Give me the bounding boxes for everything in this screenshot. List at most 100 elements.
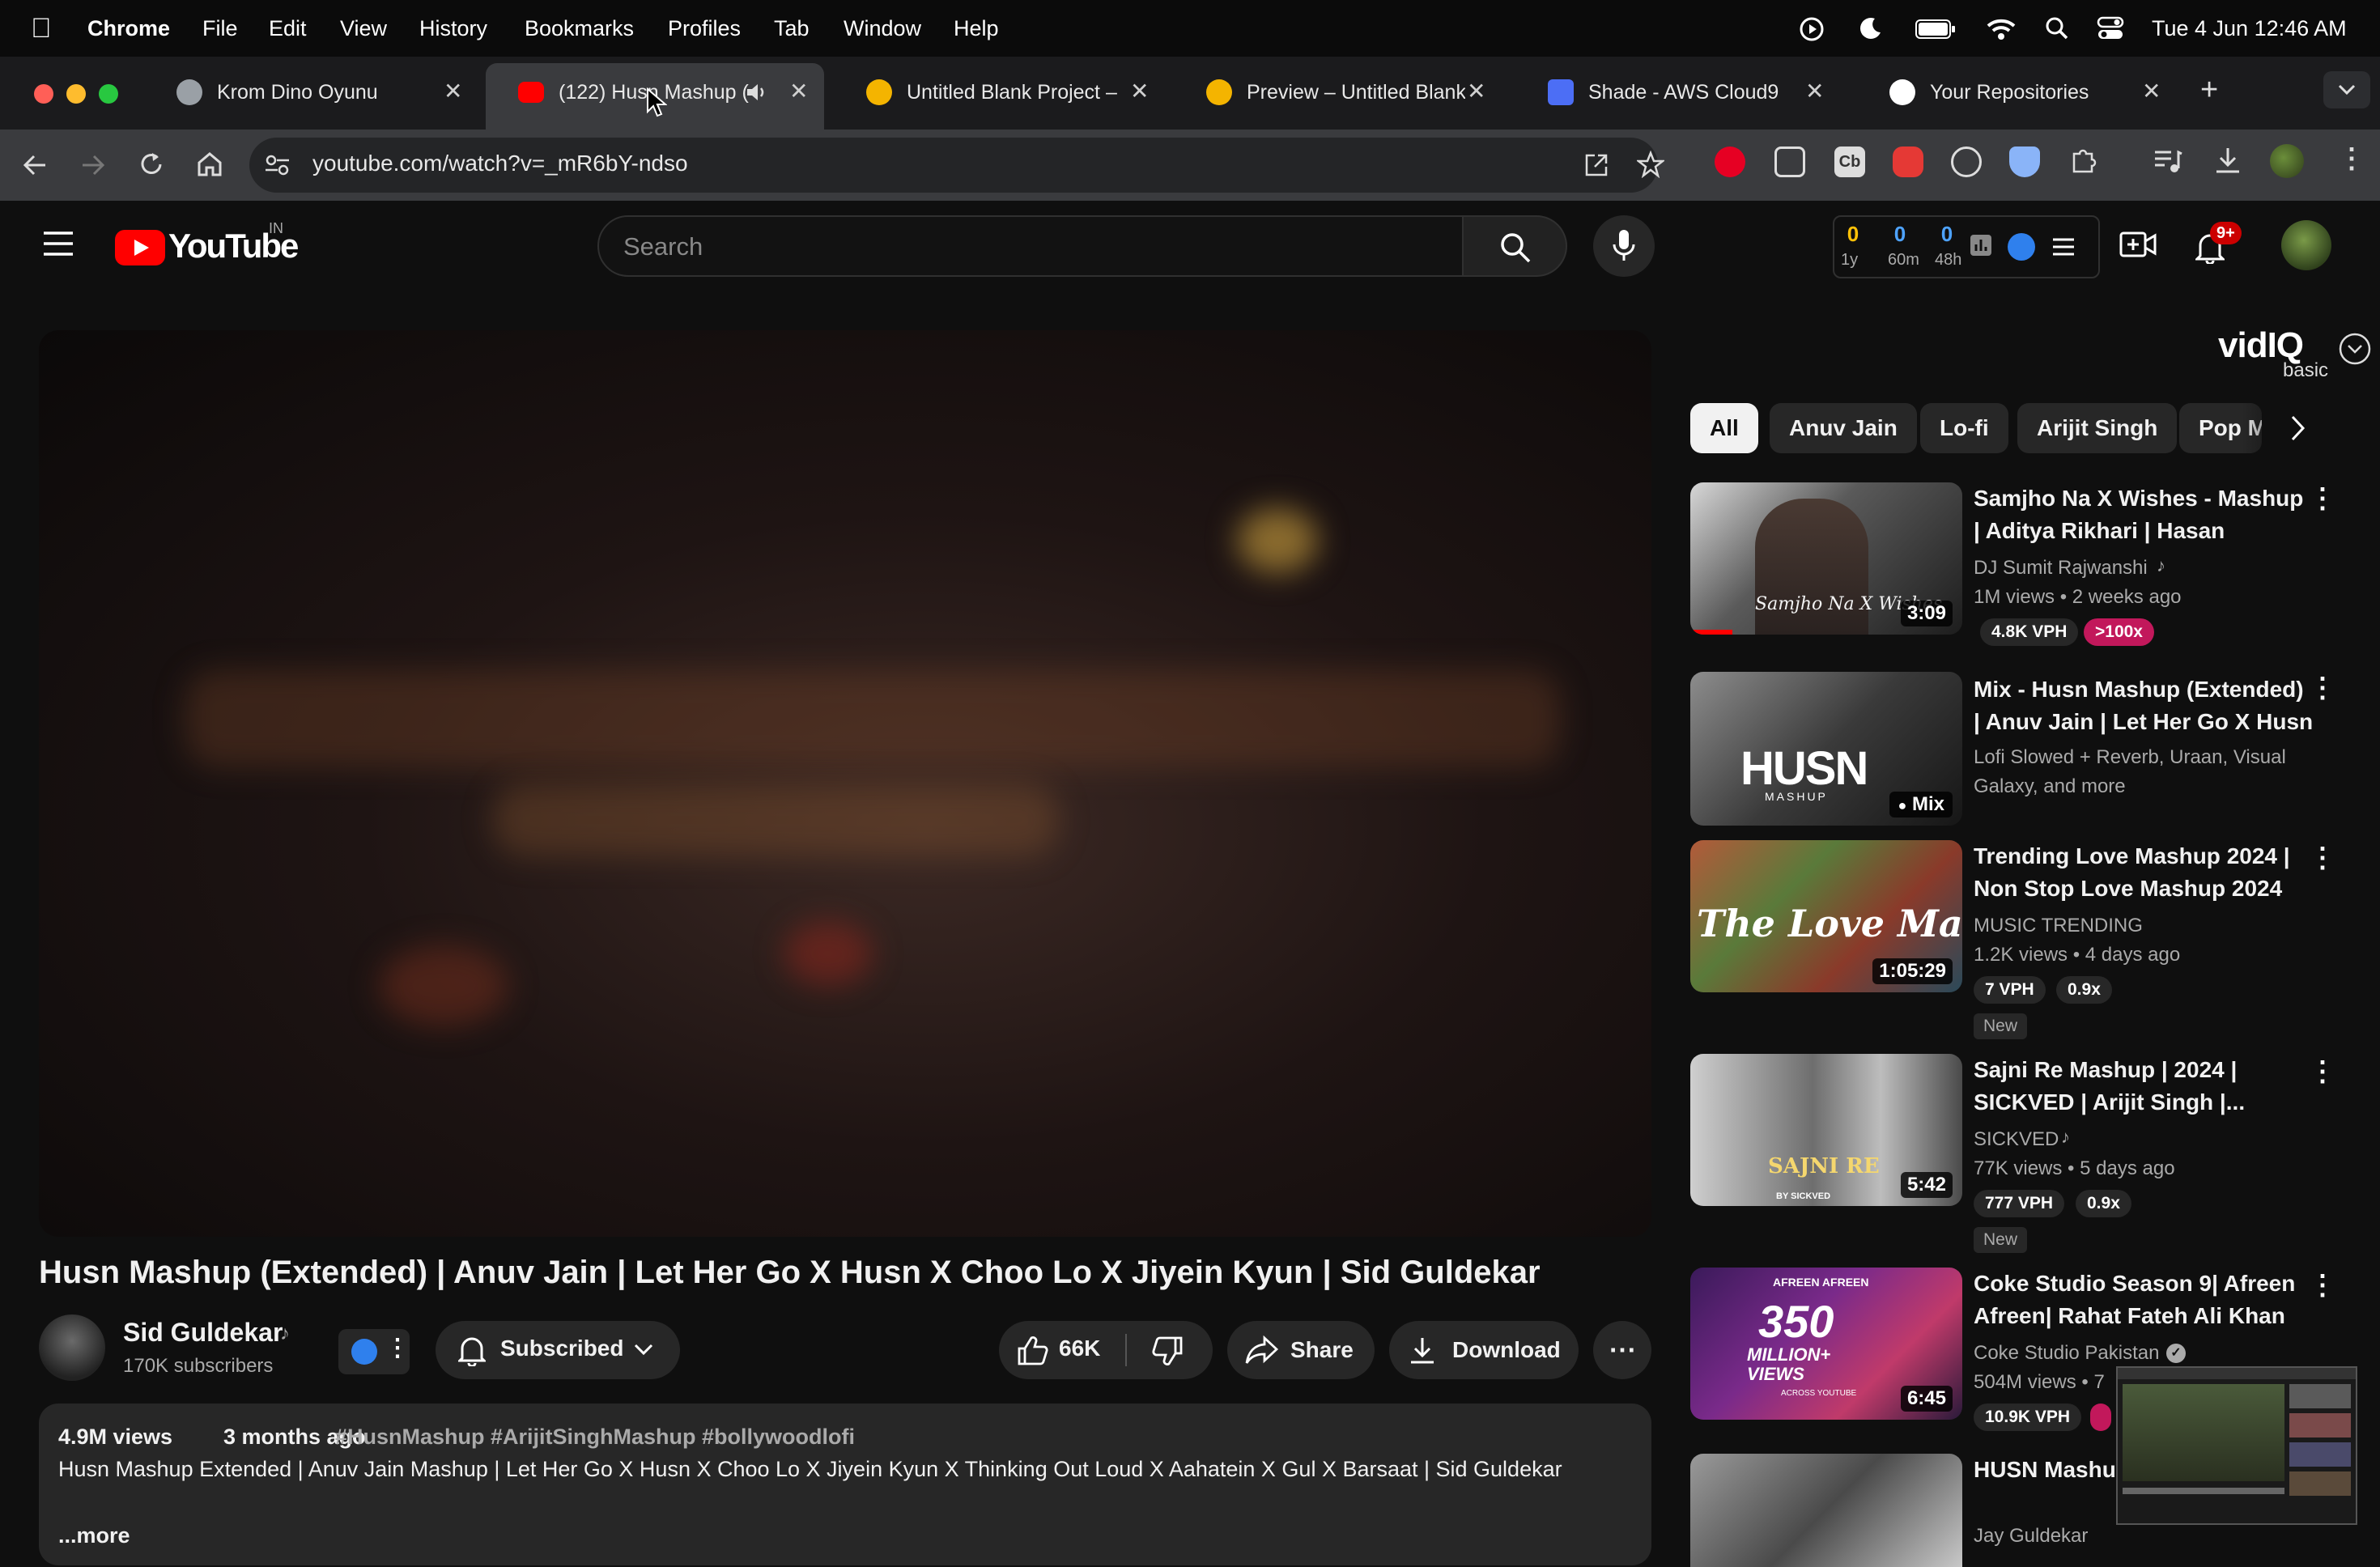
menu-bookmarks[interactable]: Bookmarks bbox=[525, 0, 634, 57]
tab-close-icon[interactable]: ✕ bbox=[789, 78, 808, 104]
tab-audio-icon[interactable] bbox=[745, 81, 769, 104]
window-minimize-button[interactable] bbox=[66, 84, 86, 104]
hashtags[interactable]: #HusnMashup #ArijitSinghMashup #bollywoo… bbox=[335, 1425, 855, 1450]
search-input[interactable]: Search bbox=[623, 232, 703, 261]
channel-name[interactable]: DJ Sumit Rajwanshi bbox=[1974, 557, 2148, 580]
voice-search-button[interactable] bbox=[1593, 215, 1655, 277]
show-more-link[interactable]: ...more bbox=[58, 1523, 130, 1548]
hamburger-menu-icon[interactable] bbox=[42, 230, 74, 257]
url-text[interactable]: youtube.com/watch?v=_mR6bY-ndso bbox=[312, 151, 688, 176]
window-preview-thumbnail[interactable] bbox=[2116, 1366, 2357, 1525]
chrome-menu-icon[interactable]: ⋮ bbox=[2338, 142, 2365, 175]
channel-avatar[interactable] bbox=[39, 1314, 105, 1381]
menu-window[interactable]: Window bbox=[844, 0, 921, 57]
notifications-button[interactable]: 9+ bbox=[2192, 222, 2242, 267]
dislike-button[interactable] bbox=[1127, 1321, 1213, 1379]
open-in-app-icon[interactable] bbox=[1583, 152, 1609, 178]
wifi-icon[interactable] bbox=[1987, 18, 2016, 40]
battery-icon[interactable] bbox=[1915, 19, 1956, 39]
tab-github-repos[interactable]: Your Repositories ✕ bbox=[1857, 63, 2181, 130]
channel-name[interactable]: Sid Guldekar bbox=[123, 1318, 283, 1348]
video-thumbnail[interactable]: The Love Mashup 1:05:29 bbox=[1690, 840, 1962, 992]
vidiq-menu-icon[interactable] bbox=[2051, 236, 2076, 257]
video-title[interactable]: Trending Love Mashup 2024 | Non Stop Lov… bbox=[1974, 840, 2314, 905]
description-box[interactable]: 4.9M views 3 months ago #HusnMashup #Ari… bbox=[39, 1404, 1651, 1565]
vidiq-logo-icon[interactable] bbox=[2008, 233, 2035, 261]
channel-name[interactable]: Jay Guldekar bbox=[1974, 1525, 2088, 1548]
tab-krom-dino[interactable]: Krom Dino Oyunu ✕ bbox=[144, 63, 476, 130]
video-menu-icon[interactable]: ⋮ bbox=[2309, 842, 2336, 874]
spotlight-search-icon[interactable] bbox=[2045, 16, 2069, 40]
video-menu-icon[interactable]: ⋮ bbox=[2309, 1055, 2336, 1088]
tab-preview[interactable]: Preview – Untitled Blank ✕ bbox=[1174, 63, 1506, 130]
like-button[interactable]: 66K bbox=[999, 1321, 1125, 1379]
vidiq-stats-widget[interactable]: 0 1y 0 60m 0 48h bbox=[1833, 215, 2100, 278]
video-thumbnail[interactable]: Samjho Na X Wishes 3:09 bbox=[1690, 482, 1962, 635]
chip-all[interactable]: All bbox=[1690, 403, 1758, 453]
video-thumbnail[interactable]: AFREEN AFREEN 350 MILLION+ VIEWS ACROSS … bbox=[1690, 1268, 1962, 1420]
picture-in-picture-extension-icon[interactable] bbox=[1774, 147, 1805, 177]
downloads-icon[interactable] bbox=[2213, 146, 2242, 175]
home-icon[interactable] bbox=[196, 151, 223, 178]
media-controls-icon[interactable] bbox=[2153, 147, 2182, 175]
cb-extension-icon[interactable]: Cb bbox=[1834, 147, 1865, 177]
menu-app-name[interactable]: Chrome bbox=[87, 0, 170, 57]
chip-arijit-singh[interactable]: Arijit Singh bbox=[2017, 403, 2178, 453]
video-title[interactable]: Sajni Re Mashup | 2024 | SICKVED | Ariji… bbox=[1974, 1054, 2314, 1119]
menu-file[interactable]: File bbox=[202, 0, 238, 57]
extensions-puzzle-icon[interactable] bbox=[2068, 146, 2098, 176]
adblock-extension-icon[interactable] bbox=[1893, 147, 1923, 177]
channel-name[interactable]: Coke Studio Pakistan bbox=[1974, 1342, 2159, 1365]
forward-arrow-icon[interactable] bbox=[79, 152, 107, 178]
tab-search-button[interactable] bbox=[2323, 71, 2370, 108]
vidiq-channel-button[interactable]: ⋮ bbox=[338, 1329, 410, 1374]
site-info-icon[interactable] bbox=[264, 152, 291, 178]
channel-name[interactable]: MUSIC TRENDING bbox=[1974, 915, 2143, 937]
control-center-icon[interactable] bbox=[2097, 16, 2124, 40]
menu-tab[interactable]: Tab bbox=[774, 0, 810, 57]
video-menu-icon[interactable]: ⋮ bbox=[2309, 1269, 2336, 1302]
mix-thumbnail[interactable]: HUSN MASHUP ● Mix bbox=[1690, 672, 1962, 826]
vidiq-collapse-icon[interactable] bbox=[2338, 332, 2372, 366]
focus-moon-icon[interactable] bbox=[1859, 16, 1883, 40]
address-bar[interactable]: youtube.com/watch?v=_mR6bY-ndso bbox=[249, 138, 1664, 193]
tab-untitled-project[interactable]: Untitled Blank Project – ✕ bbox=[834, 63, 1166, 130]
chevron-right-icon[interactable] bbox=[2288, 413, 2309, 444]
apple-icon[interactable]:  bbox=[31, 0, 52, 57]
create-video-icon[interactable] bbox=[2119, 228, 2157, 261]
menu-history[interactable]: History bbox=[419, 0, 487, 57]
tab-close-icon[interactable]: ✕ bbox=[1467, 78, 1485, 104]
vidiq-chart-icon[interactable] bbox=[1969, 233, 1993, 257]
menu-profiles[interactable]: Profiles bbox=[668, 0, 741, 57]
tab-aws-cloud9[interactable]: Shade - AWS Cloud9 ✕ bbox=[1515, 63, 1847, 130]
video-menu-icon[interactable]: ⋮ bbox=[2309, 482, 2336, 515]
back-arrow-icon[interactable] bbox=[21, 152, 49, 178]
menu-help[interactable]: Help bbox=[954, 0, 999, 57]
video-title[interactable]: HUSN Mashup | Sid Guldekar | An bbox=[1974, 1454, 2116, 1518]
react-devtools-extension-icon[interactable] bbox=[1951, 147, 1982, 177]
video-thumbnail[interactable] bbox=[1690, 1454, 1962, 1567]
chip-lofi[interactable]: Lo-fi bbox=[1920, 403, 2008, 453]
tab-close-icon[interactable]: ✕ bbox=[1805, 78, 1824, 104]
video-thumbnail[interactable]: SAJNI RE BY SICKVED 5:42 bbox=[1690, 1054, 1962, 1206]
share-button[interactable]: Share bbox=[1227, 1321, 1375, 1379]
window-zoom-button[interactable] bbox=[99, 84, 118, 104]
chrome-profile-avatar[interactable] bbox=[2270, 144, 2304, 178]
subscribed-button[interactable]: Subscribed bbox=[436, 1321, 680, 1379]
video-title[interactable]: Samjho Na X Wishes - Mashup | Aditya Rik… bbox=[1974, 482, 2314, 547]
channel-name[interactable]: SICKVED bbox=[1974, 1128, 2059, 1151]
pinterest-extension-icon[interactable] bbox=[1715, 147, 1745, 177]
tab-close-icon[interactable]: ✕ bbox=[444, 78, 462, 104]
search-box[interactable]: Search bbox=[597, 215, 1464, 277]
window-close-button[interactable] bbox=[34, 84, 53, 104]
tab-close-icon[interactable]: ✕ bbox=[1130, 78, 1149, 104]
bookmark-star-icon[interactable] bbox=[1637, 151, 1664, 178]
menu-view[interactable]: View bbox=[340, 0, 387, 57]
reload-icon[interactable] bbox=[138, 151, 165, 178]
menu-edit[interactable]: Edit bbox=[269, 0, 307, 57]
chip-anuv-jain[interactable]: Anuv Jain bbox=[1770, 403, 1917, 453]
download-button[interactable]: Download bbox=[1389, 1321, 1579, 1379]
tab-close-icon[interactable]: ✕ bbox=[2142, 78, 2161, 104]
media-play-icon[interactable] bbox=[1799, 16, 1825, 42]
account-avatar[interactable] bbox=[2281, 220, 2331, 270]
